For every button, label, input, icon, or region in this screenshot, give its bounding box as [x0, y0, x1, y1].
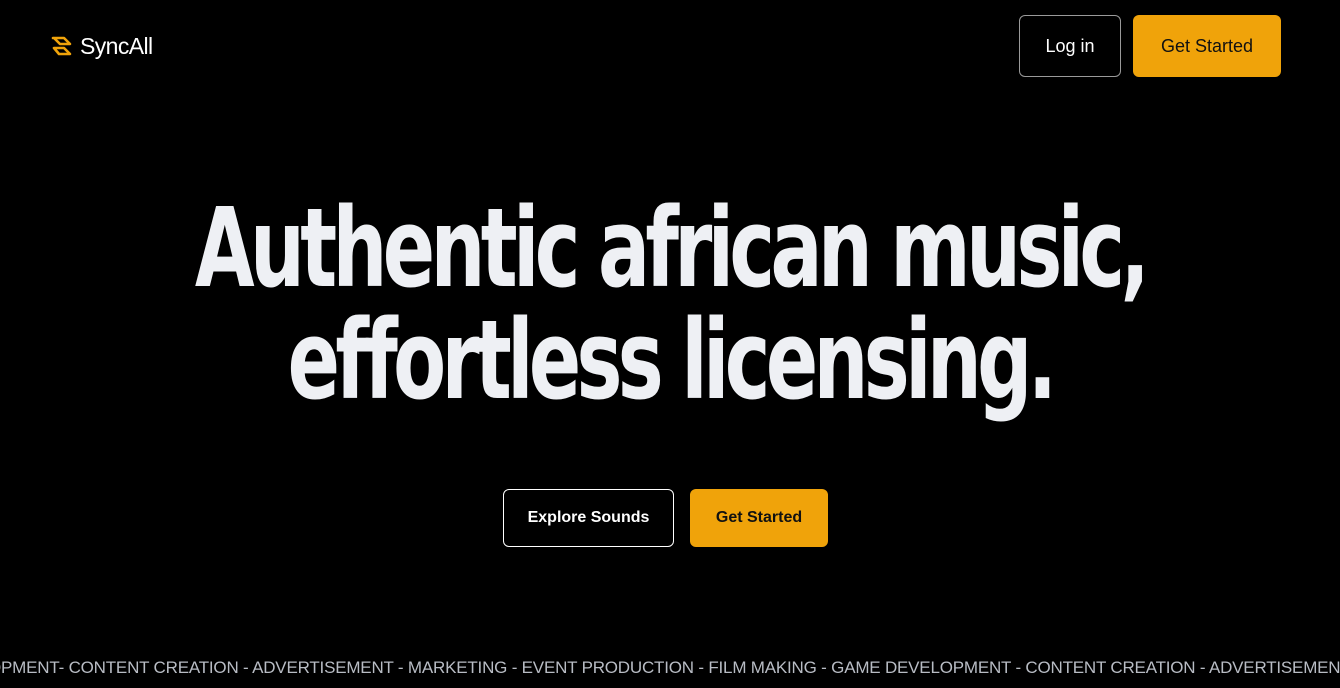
top-navigation-bar: SyncAll Log in Get Started: [0, 0, 1340, 92]
hero-headline-line-2: effortless licensing.: [287, 296, 1057, 424]
get-started-button-header[interactable]: Get Started: [1133, 15, 1281, 77]
brand-name: SyncAll: [80, 33, 153, 59]
brand-logo[interactable]: SyncAll: [50, 31, 153, 61]
syncall-logo-icon: [51, 36, 72, 56]
explore-sounds-button[interactable]: Explore Sounds: [503, 489, 674, 547]
ticker-text: OPMENT- CONTENT CREATION - ADVERTISEMENT…: [0, 658, 1340, 677]
use-case-ticker: OPMENT- CONTENT CREATION - ADVERTISEMENT…: [0, 656, 1340, 682]
login-button[interactable]: Log in: [1019, 15, 1121, 77]
hero-section: Authentic african music, effortless lice…: [0, 192, 1340, 416]
get-started-button-hero[interactable]: Get Started: [690, 489, 828, 547]
hero-headline-line-1: Authentic african music,: [194, 184, 1150, 312]
